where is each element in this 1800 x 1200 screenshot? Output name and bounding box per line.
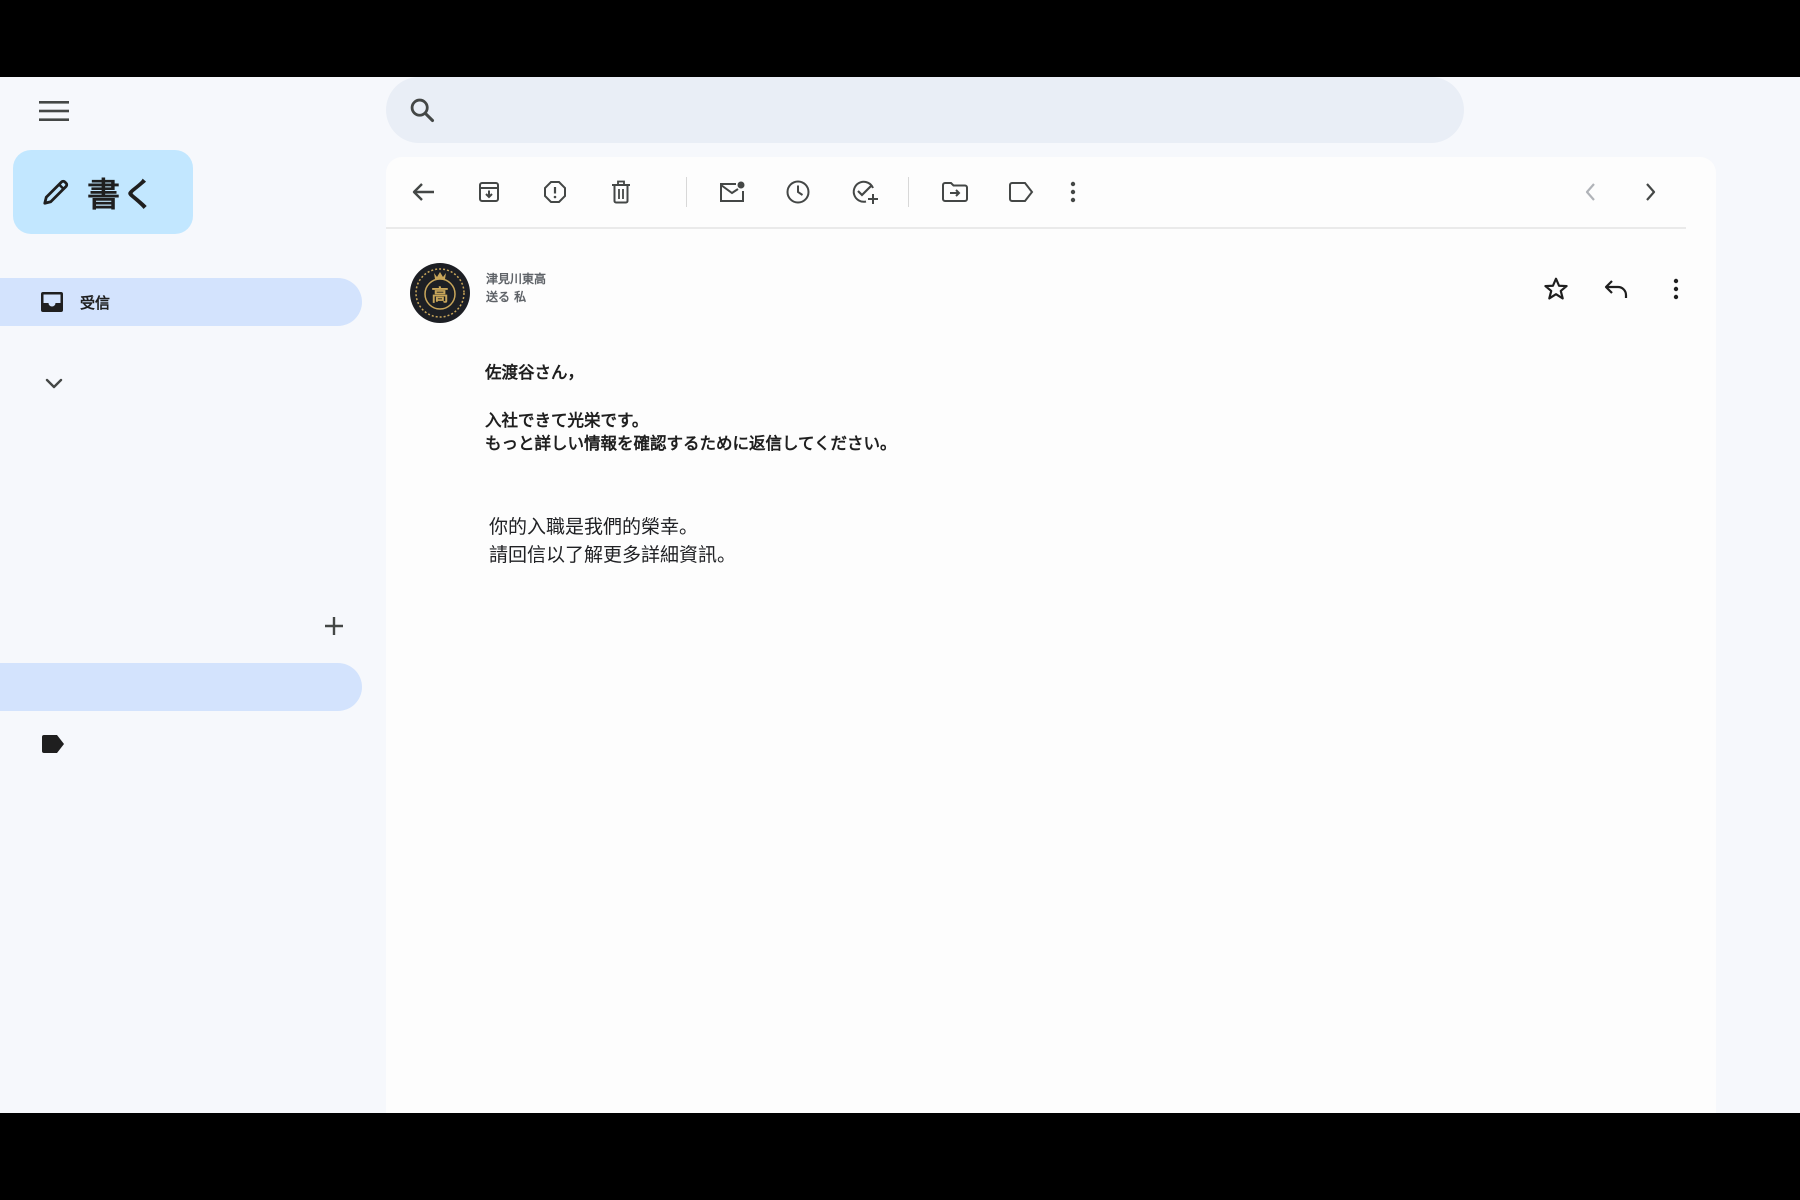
delete-icon bbox=[612, 180, 630, 204]
label-icon bbox=[1009, 182, 1034, 202]
star-button[interactable] bbox=[1536, 269, 1576, 309]
body-line-zh: 你的入職是我們的榮幸。 bbox=[489, 516, 699, 538]
more-vert-icon bbox=[1673, 278, 1679, 300]
add-to-tasks-icon bbox=[852, 180, 878, 204]
reply-icon bbox=[1604, 280, 1628, 298]
inbox-icon bbox=[41, 292, 63, 312]
main-menu-button[interactable] bbox=[30, 87, 78, 135]
mail-app-window: 書く 受信 高 津見川東高 送る 私 佐渡谷さん， 入社できて光栄です。 もっと… bbox=[0, 77, 1800, 1113]
compose-button[interactable]: 書く bbox=[13, 150, 193, 234]
body-line: もっと詳しい情報を確認するために返信してください。 bbox=[485, 434, 897, 453]
body-greeting: 佐渡谷さん， bbox=[485, 363, 584, 382]
pencil-icon bbox=[43, 179, 69, 205]
label-tag-icon[interactable] bbox=[40, 734, 66, 754]
newer-icon bbox=[1585, 183, 1595, 201]
sender-name[interactable]: 津見川東高 bbox=[486, 270, 546, 287]
hamburger-menu-icon bbox=[39, 101, 69, 121]
report-spam-icon bbox=[544, 181, 566, 203]
report-spam-button[interactable] bbox=[535, 172, 575, 212]
snooze-button[interactable] bbox=[778, 172, 818, 212]
delete-button[interactable] bbox=[601, 172, 641, 212]
school-crest-logo: 高 bbox=[415, 268, 465, 318]
archive-icon bbox=[479, 182, 499, 202]
older-button[interactable] bbox=[1630, 172, 1670, 212]
add-to-tasks-button[interactable] bbox=[845, 172, 885, 212]
compose-label: 書く bbox=[87, 175, 157, 214]
reply-button[interactable] bbox=[1596, 269, 1636, 309]
sidebar-item-label-selected[interactable] bbox=[0, 663, 362, 711]
message-more-button[interactable] bbox=[1656, 269, 1696, 309]
toolbar-divider bbox=[908, 177, 909, 207]
sidebar-item-inbox[interactable]: 受信 bbox=[0, 278, 362, 326]
show-more-button[interactable] bbox=[40, 369, 68, 397]
message-view: 高 津見川東高 送る 私 佐渡谷さん， 入社できて光栄です。 もっと詳しい情報を… bbox=[386, 157, 1716, 1113]
create-label-button[interactable] bbox=[318, 610, 350, 642]
archive-button[interactable] bbox=[469, 172, 509, 212]
more-vert-icon bbox=[1070, 181, 1076, 203]
newer-button[interactable] bbox=[1571, 172, 1611, 212]
snooze-icon bbox=[786, 180, 810, 204]
plus-icon bbox=[325, 617, 343, 635]
older-icon bbox=[1646, 183, 1656, 201]
back-arrow-icon bbox=[412, 183, 434, 201]
mark-unread-button[interactable] bbox=[712, 172, 752, 212]
body-line: 入社できて光栄です。 bbox=[485, 411, 649, 430]
crest-glyph: 高 bbox=[432, 285, 449, 306]
toolbar-divider bbox=[686, 177, 687, 207]
message-toolbar bbox=[386, 157, 1686, 229]
move-to-button[interactable] bbox=[935, 172, 975, 212]
mark-unread-icon bbox=[720, 181, 745, 202]
search-icon[interactable] bbox=[406, 94, 438, 126]
back-button[interactable] bbox=[404, 172, 444, 212]
label-button[interactable] bbox=[1001, 172, 1041, 212]
move-to-icon bbox=[942, 182, 968, 202]
body-line-zh: 請回信以了解更多詳細資訊。 bbox=[489, 544, 737, 566]
chevron-down-icon bbox=[45, 378, 63, 389]
sidebar-item-label: 受信 bbox=[80, 293, 111, 312]
star-icon bbox=[1544, 277, 1568, 300]
more-options-button[interactable] bbox=[1053, 172, 1093, 212]
search-input[interactable] bbox=[452, 77, 1464, 143]
recipient-line: 送る 私 bbox=[486, 290, 527, 304]
sender-avatar: 高 bbox=[410, 263, 470, 323]
search-bar[interactable] bbox=[386, 77, 1464, 143]
